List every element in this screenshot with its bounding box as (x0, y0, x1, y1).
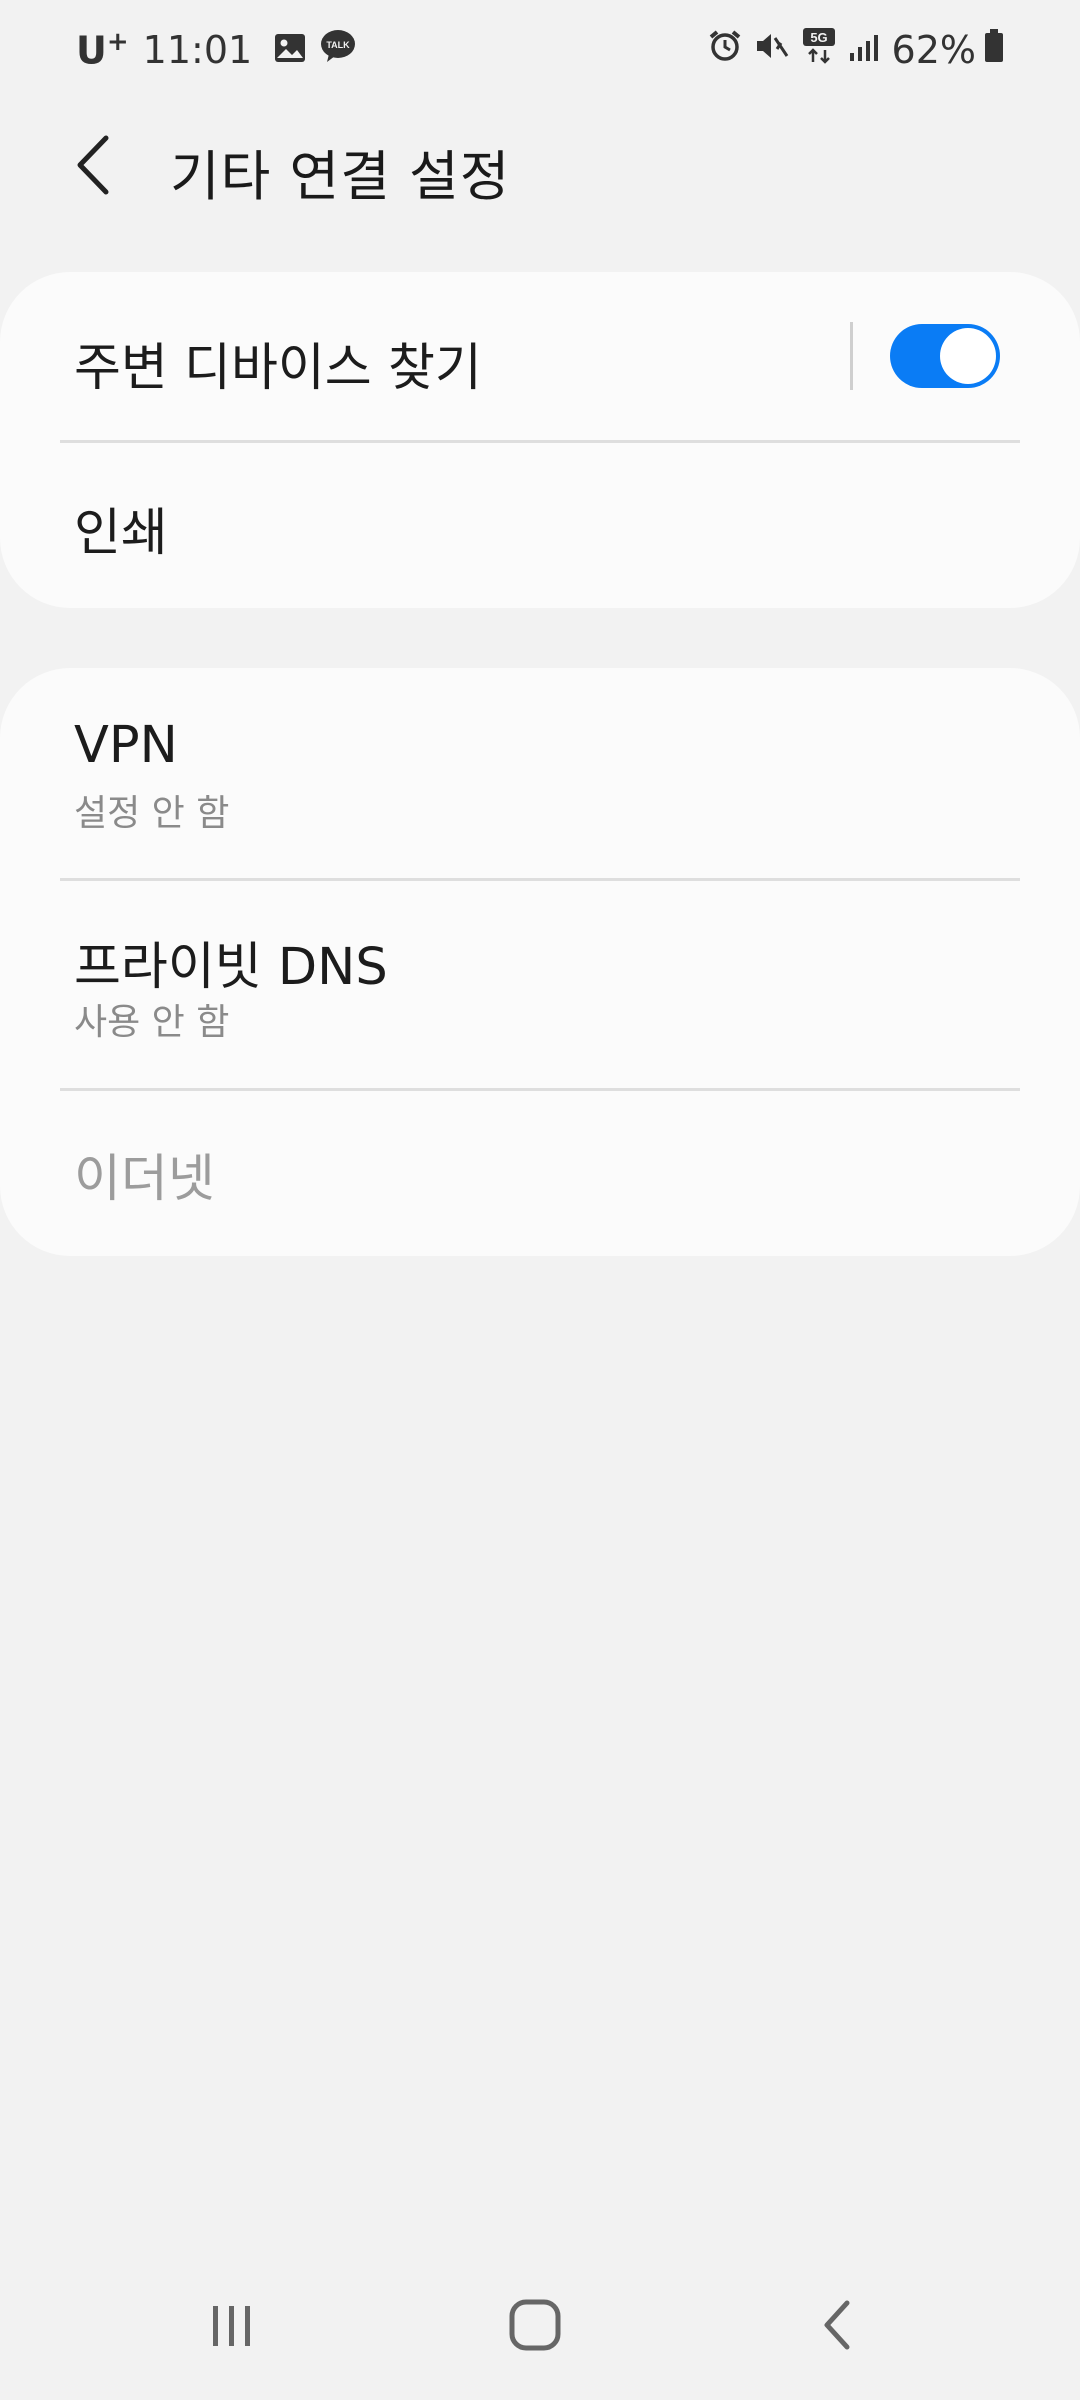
private-dns-label: 프라이빗 DNS (74, 938, 388, 997)
navigation-bar (0, 2270, 1080, 2380)
svg-text:5G: 5G (810, 30, 827, 45)
gallery-icon (274, 28, 306, 72)
status-time: 11:01 (142, 28, 253, 72)
status-bar: U+ 11:01 TALK 5G 62% (0, 0, 1080, 100)
nearby-device-scan-toggle[interactable] (890, 324, 1000, 388)
alarm-icon (708, 28, 742, 72)
signal-icon (848, 28, 880, 72)
settings-card-1: 주변 디바이스 찾기 인쇄 (0, 272, 1080, 608)
vertical-divider (850, 322, 853, 390)
vibrate-mute-icon (754, 28, 790, 72)
nearby-device-scan-label: 주변 디바이스 찾기 (74, 339, 482, 398)
private-dns-row[interactable]: 프라이빗 DNS 사용 안 함 (0, 881, 1080, 1088)
page-title: 기타 연결 설정 (170, 145, 511, 208)
recent-apps-button[interactable] (187, 2290, 277, 2360)
private-dns-status: 사용 안 함 (74, 1002, 230, 1043)
status-bar-right: 5G 62% (708, 26, 1004, 74)
back-button[interactable] (62, 130, 122, 200)
back-icon (824, 2300, 850, 2350)
settings-card-2: VPN 설정 안 함 프라이빗 DNS 사용 안 함 이더넷 (0, 668, 1080, 1256)
kakaotalk-icon: TALK (320, 28, 356, 72)
battery-percent: 62% (891, 28, 976, 72)
printing-label: 인쇄 (74, 504, 168, 563)
vpn-label: VPN (74, 716, 178, 775)
screen: U+ 11:01 TALK 5G 62% 기타 연결 설정 주변 디바이스 찾기… (0, 0, 1080, 2400)
app-bar: 기타 연결 설정 (0, 110, 1080, 220)
svg-text:TALK: TALK (327, 40, 351, 50)
carrier-label: U+ (76, 27, 129, 73)
battery-icon (984, 28, 1004, 72)
toggle-knob (940, 328, 996, 384)
home-icon (509, 2299, 561, 2351)
vpn-row[interactable]: VPN 설정 안 함 (0, 668, 1080, 878)
nearby-device-scan-row[interactable]: 주변 디바이스 찾기 (0, 272, 1080, 440)
nav-back-button[interactable] (792, 2290, 882, 2360)
status-bar-left: U+ 11:01 TALK (76, 26, 370, 74)
ethernet-label: 이더넷 (74, 1150, 215, 1209)
chevron-left-icon (77, 135, 109, 195)
recent-apps-icon (213, 2306, 250, 2346)
ethernet-row: 이더넷 (0, 1091, 1080, 1256)
5g-data-icon: 5G (802, 27, 836, 74)
printing-row[interactable]: 인쇄 (0, 443, 1080, 608)
home-button[interactable] (490, 2290, 580, 2360)
vpn-status: 설정 안 함 (74, 793, 230, 834)
